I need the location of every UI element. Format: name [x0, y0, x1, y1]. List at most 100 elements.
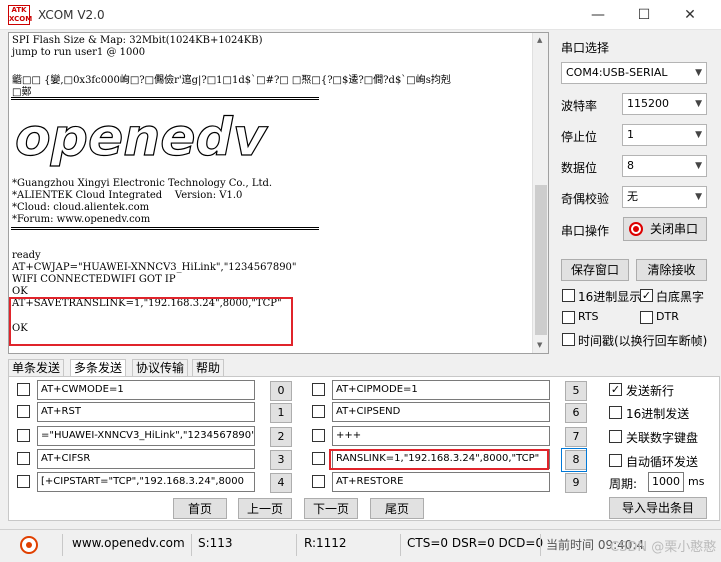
maximize-button[interactable]: ☐ [621, 0, 667, 30]
terminal-line: *Cloud: cloud.alientek.com [12, 202, 150, 213]
terminal-line: OK [12, 286, 28, 297]
chevron-down-icon: ▼ [695, 68, 702, 78]
last-page-button[interactable]: 尾页 [370, 498, 424, 519]
terminal-line: *ALIENTEK Cloud Integrated Version: V1.0 [12, 190, 243, 201]
send-newline-checkbox[interactable]: ✓ [609, 383, 622, 396]
port-status-icon [629, 222, 643, 236]
send-item-button[interactable]: 4 [270, 473, 292, 493]
terminal-line: □鄚 [12, 87, 32, 98]
clear-receive-button[interactable]: 清除接收 [636, 259, 707, 281]
send-item-button[interactable]: 5 [565, 381, 587, 401]
send-item-button[interactable]: 7 [565, 427, 587, 447]
terminal-line: AT+CWJAP="HUAWEI-XNNCV3_HiLink","1234567… [12, 262, 297, 273]
dtr-checkbox[interactable] [640, 311, 653, 324]
tab-protocol[interactable]: 协议传输 [132, 359, 189, 377]
rts-checkbox[interactable] [562, 311, 575, 324]
close-button[interactable]: ✕ [667, 0, 713, 30]
send-item-checkbox[interactable] [312, 383, 325, 396]
separator-line [11, 227, 319, 230]
scrollbar-thumb[interactable] [535, 185, 547, 335]
tab-multi-send[interactable]: 多条发送 [70, 359, 127, 377]
white-bg-label: 白底黑字 [656, 290, 705, 304]
save-window-button[interactable]: 保存窗口 [561, 259, 629, 281]
send-item-checkbox[interactable] [312, 475, 325, 488]
period-unit: ms [688, 475, 705, 488]
send-item-checkbox[interactable] [312, 405, 325, 418]
rts-label: RTS [578, 310, 599, 323]
highlight-box [9, 297, 293, 346]
watermark: CSDN @栗小憨憨 [610, 540, 717, 555]
send-item-button[interactable]: 1 [270, 403, 292, 423]
chevron-down-icon: ▼ [695, 161, 702, 171]
website-link[interactable]: www.openedv.com [72, 536, 185, 550]
send-item-input[interactable]: [+CIPSTART="TCP","192.168.3.24",8000 [37, 472, 255, 492]
send-newline-label: 发送新行 [626, 384, 675, 398]
send-item-checkbox[interactable] [17, 429, 30, 442]
auto-loop-checkbox[interactable] [609, 454, 622, 467]
parity-select[interactable]: 无 ▼ [622, 186, 707, 208]
send-item-checkbox[interactable] [17, 383, 30, 396]
data-bits-select[interactable]: 8 ▼ [622, 155, 707, 177]
port-operation-label: 串口操作 [561, 224, 610, 238]
received-count: R:1112 [304, 536, 347, 550]
vertical-scrollbar[interactable]: ▲ ▼ [532, 33, 548, 353]
send-item-checkbox[interactable] [17, 475, 30, 488]
send-item-button[interactable]: 6 [565, 403, 587, 423]
title-bar: ATK XCOM XCOM V2.0 — ☐ ✕ [0, 0, 721, 30]
stop-bits-label: 停止位 [561, 130, 598, 144]
timestamp-checkbox[interactable] [562, 333, 575, 346]
send-item-input[interactable]: AT+CIPSEND [332, 402, 550, 422]
link-keyboard-label: 关联数字键盘 [626, 431, 699, 445]
send-item-input[interactable]: AT+CIPMODE=1 [332, 380, 550, 400]
white-bg-checkbox[interactable]: ✓ [640, 289, 653, 302]
power-icon[interactable] [20, 536, 38, 554]
auto-loop-label: 自动循环发送 [626, 455, 699, 469]
next-page-button[interactable]: 下一页 [304, 498, 358, 519]
hex-display-checkbox[interactable] [562, 289, 575, 302]
send-item-button[interactable]: 9 [565, 473, 587, 493]
link-keyboard-checkbox[interactable] [609, 430, 622, 443]
port-select-label: 串口选择 [561, 41, 610, 55]
data-bits-label: 数据位 [561, 161, 598, 175]
stop-bits-select[interactable]: 1 ▼ [622, 124, 707, 146]
send-item-button[interactable]: 3 [270, 450, 292, 470]
first-page-button[interactable]: 首页 [173, 498, 227, 519]
separator-line [11, 97, 319, 100]
openedv-banner: openedv [14, 111, 269, 167]
prev-page-button[interactable]: 上一页 [238, 498, 292, 519]
send-item-button[interactable]: 2 [270, 427, 292, 447]
port-select[interactable]: COM4:USB-SERIAL ▼ [561, 62, 707, 84]
app-logo: ATK XCOM [8, 5, 33, 25]
send-item-input[interactable]: AT+CIFSR [37, 449, 255, 469]
hex-send-checkbox[interactable] [609, 406, 622, 419]
send-item-checkbox[interactable] [17, 452, 30, 465]
focus-ring [561, 448, 587, 472]
send-item-input[interactable]: AT+RST [37, 402, 255, 422]
tab-bar: 单条发送 多条发送 协议传输 帮助 [8, 359, 720, 377]
banner-text: openedv [15, 111, 269, 167]
send-item-checkbox[interactable] [312, 452, 325, 465]
period-input[interactable]: 1000 [648, 472, 684, 492]
timestamp-label: 时间戳(以换行回车断帧) [578, 334, 708, 348]
chevron-down-icon: ▼ [695, 130, 702, 140]
baud-select[interactable]: 115200 ▼ [622, 93, 707, 115]
terminal-line: WIFI CONNECTEDWIFI GOT IP [12, 274, 176, 285]
tab-help[interactable]: 帮助 [192, 359, 225, 377]
send-item-input[interactable]: AT+CWMODE=1 [37, 380, 255, 400]
hex-send-label: 16进制发送 [626, 407, 690, 421]
chevron-down-icon: ▼ [695, 99, 702, 109]
send-item-checkbox[interactable] [17, 405, 30, 418]
send-item-button[interactable]: 0 [270, 381, 292, 401]
send-item-input[interactable]: +++ [332, 426, 550, 446]
terminal-line: jump to run user1 @ 1000 [12, 47, 146, 58]
terminal-line: *Guangzhou Xingyi Electronic Technology … [12, 178, 273, 189]
send-item-input[interactable]: ="HUAWEI-XNNCV3_HiLink","1234567890" [37, 426, 255, 446]
period-label: 周期: [609, 477, 638, 491]
import-export-button[interactable]: 导入导出条目 [609, 497, 707, 519]
tab-single-send[interactable]: 单条发送 [8, 359, 65, 377]
parity-label: 奇偶校验 [561, 192, 610, 206]
minimize-button[interactable]: — [575, 0, 621, 30]
send-item-checkbox[interactable] [312, 429, 325, 442]
close-port-button[interactable]: 关闭串口 [623, 217, 707, 241]
send-item-input[interactable]: AT+RESTORE [332, 472, 550, 492]
